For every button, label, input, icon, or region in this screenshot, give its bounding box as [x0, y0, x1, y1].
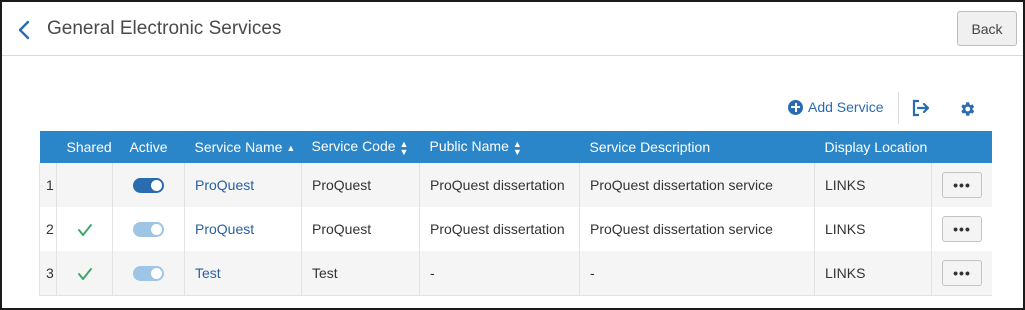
back-button[interactable]: Back: [957, 11, 1017, 46]
shared-cell: [56, 163, 113, 207]
header-service-code[interactable]: Service Code ▲ ▼: [301, 131, 420, 163]
sort-both-icon: ▲ ▼: [399, 138, 409, 157]
actions-cell: •••: [931, 163, 992, 207]
display-location-cell: LINKS: [814, 251, 932, 295]
toolbar-divider: [898, 92, 899, 124]
shared-cell: [56, 207, 113, 251]
service-name-link[interactable]: ProQuest: [195, 221, 254, 237]
service-description-cell: -: [579, 251, 815, 295]
row-actions-button[interactable]: •••: [942, 172, 982, 198]
toggle-knob: [151, 268, 162, 280]
shared-cell: [56, 251, 113, 295]
service-code-cell: ProQuest: [301, 163, 420, 207]
table-row: 1 ProQuest ProQuest ProQuest dissertatio…: [39, 163, 992, 207]
checkmark-icon: [77, 224, 92, 237]
header-row-number: [39, 131, 57, 163]
add-service-button[interactable]: Add Service: [788, 99, 883, 115]
row-number: 2: [39, 207, 57, 251]
checkmark-icon: [77, 267, 92, 280]
header-public-name-label: Public Name: [429, 138, 509, 155]
service-name-link[interactable]: Test: [195, 265, 221, 281]
header-service-description: Service Description: [579, 131, 815, 163]
actions-cell: •••: [931, 207, 992, 251]
service-name-cell: ProQuest: [184, 163, 302, 207]
header-service-name-label: Service Name: [194, 139, 283, 155]
header-active: Active: [112, 131, 185, 163]
service-name-cell: ProQuest: [184, 207, 302, 251]
row-number: 1: [39, 163, 57, 207]
gear-icon[interactable]: [958, 100, 976, 118]
page-frame: General Electronic Services Back Add Ser…: [0, 0, 1025, 310]
sort-asc-icon: ▲: [286, 143, 296, 154]
toggle-knob: [151, 224, 162, 236]
active-cell: [112, 207, 185, 251]
row-number: 3: [39, 251, 57, 295]
display-location-cell: LINKS: [814, 163, 932, 207]
active-toggle[interactable]: [133, 266, 164, 282]
public-name-cell: ProQuest dissertation: [419, 163, 580, 207]
service-code-cell: Test: [301, 251, 420, 295]
table-header-row: Shared Active Service Name ▲ Service Code…: [39, 131, 992, 163]
page-title: General Electronic Services: [47, 18, 282, 39]
sort-both-icon: ▲ ▼: [512, 138, 522, 157]
toggle-knob: [151, 180, 162, 192]
row-actions-button[interactable]: •••: [942, 259, 982, 286]
services-table: Shared Active Service Name ▲ Service Code…: [39, 131, 992, 296]
public-name-cell: -: [419, 251, 580, 295]
service-name-link[interactable]: ProQuest: [195, 177, 254, 193]
display-location-cell: LINKS: [814, 207, 932, 251]
add-service-label: Add Service: [808, 99, 884, 115]
table-row: 2 ProQuest ProQuest ProQuest dissertatio…: [39, 207, 992, 251]
header-display-location: Display Location: [814, 131, 932, 163]
export-icon[interactable]: [911, 99, 931, 117]
service-description-cell: ProQuest dissertation service: [579, 207, 815, 251]
active-cell: [112, 251, 185, 295]
active-cell: [112, 163, 185, 207]
header-public-name[interactable]: Public Name ▲ ▼: [419, 131, 580, 163]
active-toggle[interactable]: [133, 178, 164, 194]
back-chevron-icon[interactable]: [14, 18, 36, 42]
header-actions: [931, 131, 992, 163]
header-service-name[interactable]: Service Name ▲: [184, 131, 302, 163]
table-body: 1 ProQuest ProQuest ProQuest dissertatio…: [39, 163, 992, 295]
add-circle-icon: [788, 99, 803, 115]
table-row: 3 Test Test - - LINKS •••: [39, 251, 992, 295]
header-service-code-label: Service Code: [311, 138, 396, 155]
public-name-cell: ProQuest dissertation: [419, 207, 580, 251]
header-shared: Shared: [56, 131, 113, 163]
active-toggle[interactable]: [133, 222, 164, 238]
page-header: General Electronic Services Back: [2, 2, 1023, 56]
service-code-cell: ProQuest: [301, 207, 420, 251]
actions-cell: •••: [931, 251, 992, 295]
row-actions-button[interactable]: •••: [942, 216, 982, 242]
service-description-cell: ProQuest dissertation service: [579, 163, 815, 207]
service-name-cell: Test: [184, 251, 302, 295]
